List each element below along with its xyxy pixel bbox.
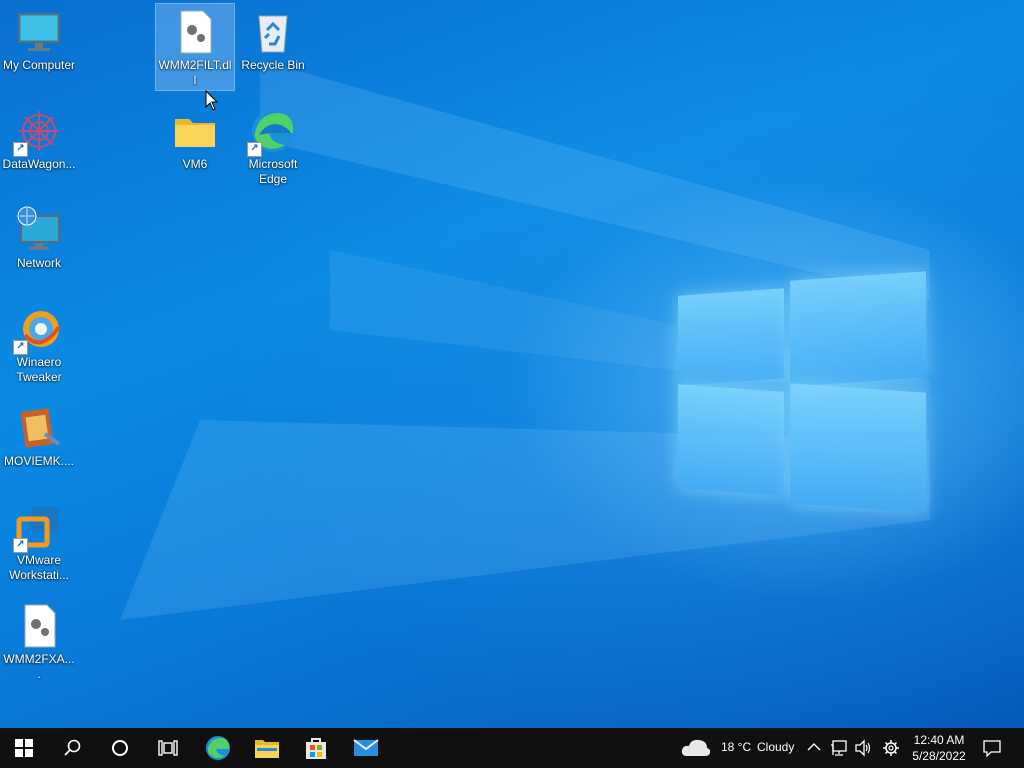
- desktop-icon-label: VM6: [182, 157, 208, 171]
- microsoft-store-icon: [306, 738, 326, 759]
- taskbar: 18 °C Cloudy 12:40 AM 5/28/2022: [0, 728, 1024, 768]
- weather-condition[interactable]: Cloudy: [757, 740, 794, 754]
- edge-icon: [206, 736, 230, 760]
- start-button[interactable]: [0, 728, 48, 768]
- desktop-icon-network[interactable]: Network: [0, 202, 78, 271]
- desktop-icon-microsoft-edge[interactable]: ↗ Microsoft Edge: [234, 103, 312, 187]
- edge-icon: ↗: [247, 107, 297, 157]
- clock-time: 12:40 AM: [913, 733, 965, 747]
- desktop-icon-vm6[interactable]: VM6: [156, 103, 234, 172]
- chevron-up-icon[interactable]: [807, 741, 821, 753]
- desktop-icon-label: WMM2FXA....: [3, 652, 75, 681]
- desktop-icon-datawagon[interactable]: ↗ DataWagon...: [0, 103, 78, 172]
- desktop-icon-label: Recycle Bin: [241, 58, 305, 72]
- clock[interactable]: 12:40 AM 5/28/2022: [905, 732, 973, 764]
- shortcut-arrow-icon: ↗: [247, 142, 262, 157]
- desktop-icon-label: VMware Workstati...: [9, 553, 69, 582]
- recycle-bin-icon: [249, 8, 297, 56]
- computer-icon: [15, 8, 63, 56]
- desktop-icon-label: Winaero Tweaker: [16, 355, 62, 384]
- cortana-button[interactable]: [96, 728, 144, 768]
- weather-temperature[interactable]: 18 °C: [721, 740, 751, 754]
- task-view-button[interactable]: [144, 728, 192, 768]
- search-icon: [64, 739, 81, 756]
- file-explorer-icon: [255, 740, 279, 758]
- taskbar-store-button[interactable]: [292, 728, 340, 768]
- desktop-icon-recycle-bin[interactable]: Recycle Bin: [234, 4, 312, 73]
- desktop-icon-label: DataWagon...: [2, 157, 76, 171]
- desktop-icon-label: My Computer: [2, 58, 76, 72]
- clock-date: 5/28/2022: [912, 749, 966, 763]
- desktop-icon-label: Network: [16, 256, 61, 270]
- cloudy-weather-icon[interactable]: [680, 737, 712, 759]
- mouse-cursor-icon: [205, 90, 219, 111]
- desktop-icon-vmware-workstation[interactable]: ↗ VMware Workstati...: [0, 499, 78, 583]
- shortcut-arrow-icon: ↗: [13, 142, 28, 157]
- dll-file-icon: [171, 8, 219, 56]
- folder-icon: [171, 107, 219, 155]
- winaero-tweaker-icon: ↗: [13, 305, 63, 355]
- shortcut-arrow-icon: ↗: [13, 340, 28, 355]
- datawagon-icon: ↗: [13, 107, 63, 157]
- desktop-icon-label: Microsoft Edge: [248, 157, 298, 186]
- search-button[interactable]: [48, 728, 96, 768]
- dll-file-icon: [15, 602, 63, 650]
- network-icon: [15, 206, 63, 254]
- mail-icon: [353, 739, 379, 756]
- volume-icon[interactable]: [854, 739, 872, 757]
- gear-icon[interactable]: [882, 739, 900, 757]
- movie-maker-icon: [15, 404, 63, 452]
- wallpaper-windows-logo: [676, 258, 928, 513]
- desktop-icon-label: MOVIEMK....: [3, 454, 74, 468]
- desktop-icon-wmm2filt-dll[interactable]: WMM2FILT.dll: [155, 3, 235, 91]
- taskbar-file-explorer-button[interactable]: [243, 728, 291, 768]
- vmware-icon: ↗: [13, 503, 63, 553]
- desktop-icon-my-computer[interactable]: My Computer: [0, 4, 78, 73]
- cortana-icon: [112, 740, 128, 756]
- network-status-icon[interactable]: [830, 739, 848, 757]
- action-center-icon[interactable]: [983, 739, 1001, 757]
- task-view-icon: [158, 740, 178, 756]
- desktop-icon-label: WMM2FILT.dll: [158, 58, 232, 87]
- desktop-icon-winaero-tweaker[interactable]: ↗ Winaero Tweaker: [0, 301, 78, 385]
- desktop-icon-wmm2fxa[interactable]: WMM2FXA....: [0, 598, 78, 682]
- taskbar-edge-button[interactable]: [194, 728, 242, 768]
- taskbar-mail-button[interactable]: [342, 728, 390, 768]
- shortcut-arrow-icon: ↗: [13, 538, 28, 553]
- desktop-icon-moviemk[interactable]: MOVIEMK....: [0, 400, 78, 469]
- windows-start-icon: [15, 739, 33, 757]
